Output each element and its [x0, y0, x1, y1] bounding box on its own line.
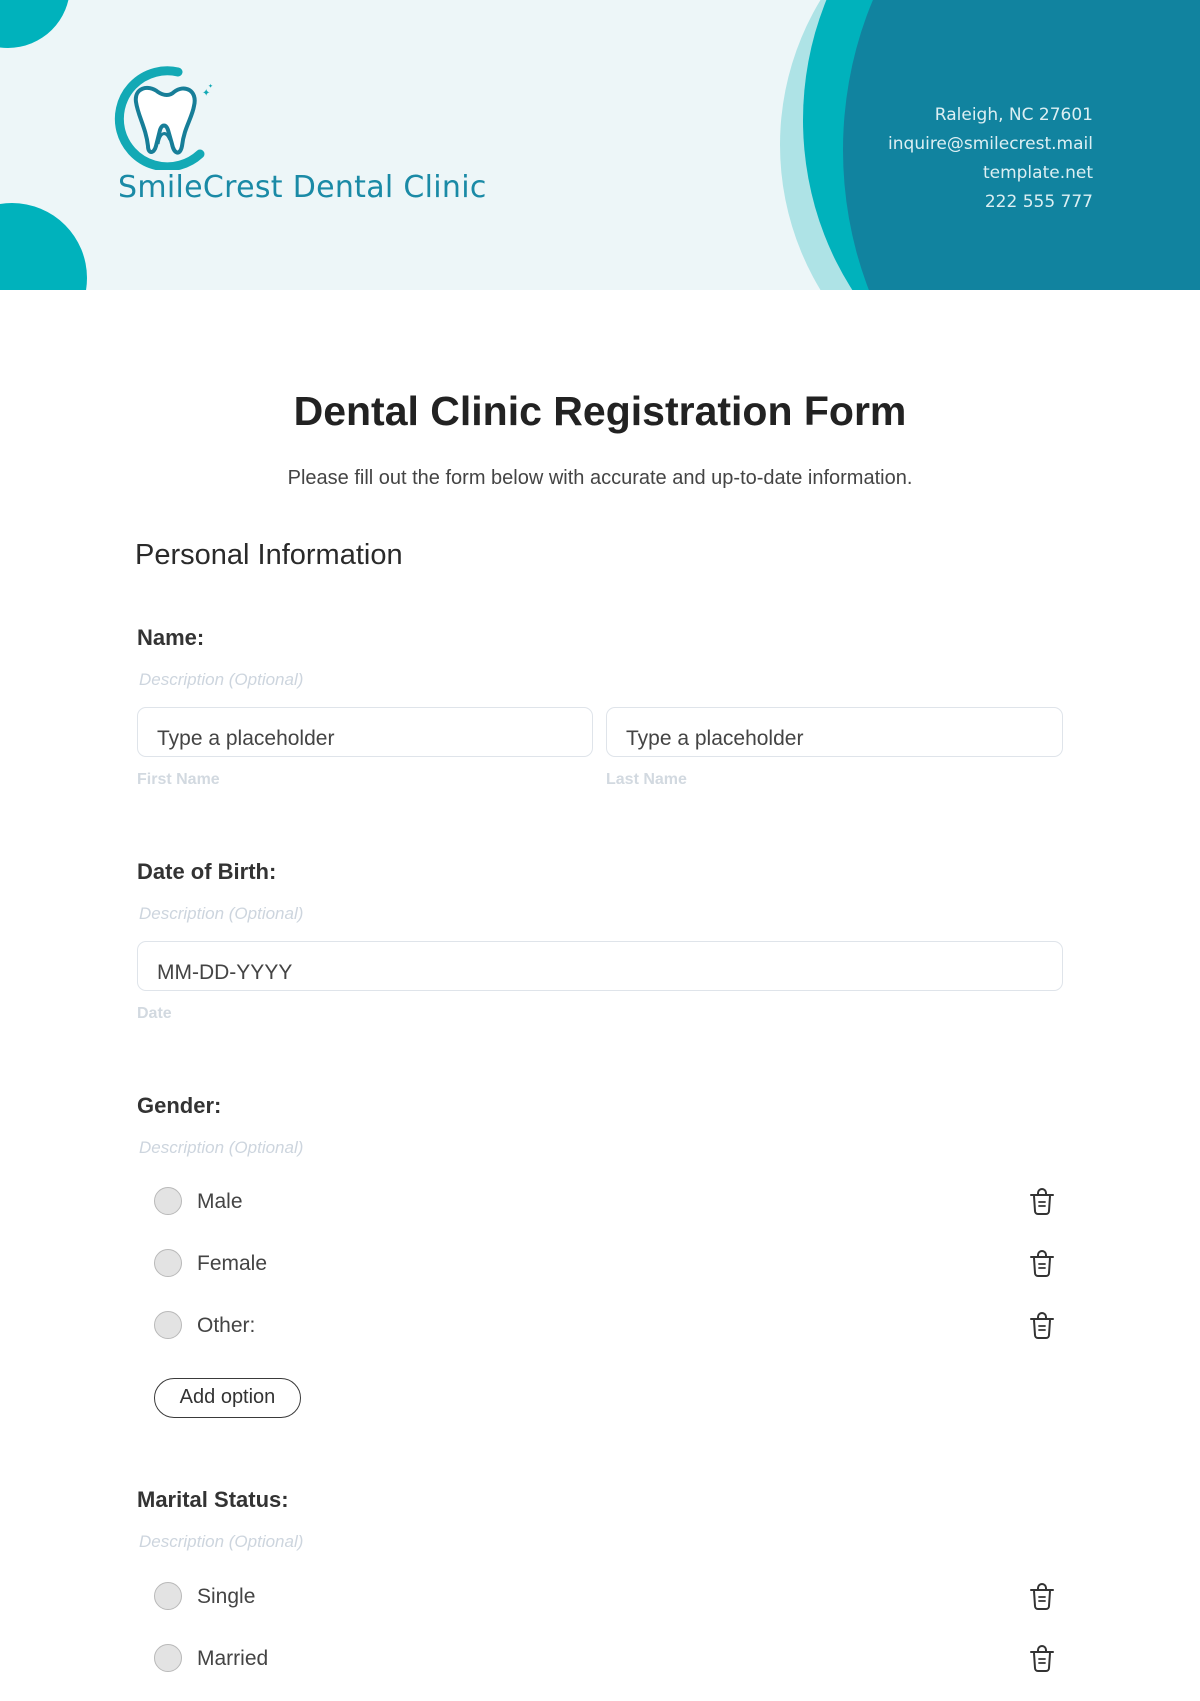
form-subtitle: Please fill out the form below with accu…: [287, 467, 913, 489]
contact-block: Raleigh, NC 27601 inquire@smilecrest.mai…: [888, 101, 1093, 217]
decorative-circle-top-left: [0, 0, 70, 48]
contact-address: Raleigh, NC 27601: [934, 105, 1093, 125]
gender-option-male[interactable]: Male: [154, 1185, 1054, 1219]
radio-button[interactable]: [154, 1249, 182, 1277]
gender-option-other[interactable]: Other:: [154, 1309, 1054, 1343]
dob-description[interactable]: Description (Optional): [139, 904, 303, 924]
radio-button[interactable]: [154, 1582, 182, 1610]
dob-label: Date of Birth:: [137, 859, 277, 884]
trash-icon[interactable]: [1028, 1582, 1056, 1612]
marital-status-label: Marital Status:: [137, 1487, 289, 1512]
decorative-circle-bottom-left: [0, 203, 87, 290]
svg-text:✦: ✦: [208, 83, 213, 90]
first-name-input[interactable]: Type a placeholder: [137, 707, 593, 757]
option-label: Female: [197, 1252, 268, 1275]
marital-option-married[interactable]: Married: [154, 1642, 1054, 1676]
tooth-logo-icon: ✦ ✦: [114, 66, 213, 170]
page-header: ✦ ✦ SmileCrest Dental Clinic Raleigh, NC…: [0, 0, 1200, 290]
name-label: Name:: [137, 625, 205, 650]
trash-icon[interactable]: [1028, 1311, 1056, 1341]
section-title: Personal Information: [135, 539, 403, 571]
dob-sublabel: Date: [137, 1005, 172, 1022]
add-option-button[interactable]: Add option: [154, 1378, 301, 1418]
first-name-sublabel: First Name: [137, 771, 220, 788]
option-label: Male: [197, 1190, 243, 1213]
brand-name: SmileCrest Dental Clinic: [118, 170, 487, 205]
trash-icon[interactable]: [1028, 1249, 1056, 1279]
last-name-sublabel: Last Name: [606, 771, 687, 788]
marital-status-description[interactable]: Description (Optional): [139, 1532, 303, 1552]
contact-website[interactable]: template.net: [888, 159, 1093, 188]
option-label: Single: [197, 1585, 256, 1608]
marital-option-single[interactable]: Single: [154, 1580, 1054, 1614]
trash-icon[interactable]: [1028, 1187, 1056, 1217]
radio-button[interactable]: [154, 1187, 182, 1215]
gender-description[interactable]: Description (Optional): [139, 1138, 303, 1158]
option-label: Other:: [197, 1314, 256, 1337]
gender-option-female[interactable]: Female: [154, 1247, 1054, 1281]
form-title: Dental Clinic Registration Form: [293, 388, 907, 434]
contact-phone: 222 555 777: [984, 192, 1093, 212]
gender-label: Gender:: [137, 1093, 222, 1118]
trash-icon[interactable]: [1028, 1644, 1056, 1674]
dob-input[interactable]: MM-DD-YYYY: [137, 941, 1063, 991]
last-name-input[interactable]: Type a placeholder: [606, 707, 1063, 757]
contact-email[interactable]: inquire@smilecrest.mail: [888, 130, 1093, 159]
name-description[interactable]: Description (Optional): [139, 670, 303, 690]
option-label: Married: [197, 1647, 269, 1670]
radio-button[interactable]: [154, 1311, 182, 1339]
radio-button[interactable]: [154, 1644, 182, 1672]
